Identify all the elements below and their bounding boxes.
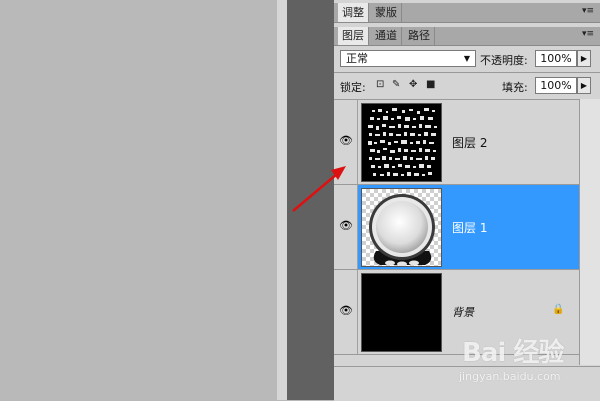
chevron-down-icon: ▼ xyxy=(463,54,470,63)
crystal-ball-thumbnail xyxy=(369,194,435,266)
fill-label: 填充: xyxy=(502,81,528,94)
layer-row-layer1[interactable]: 👁 图层 1 xyxy=(334,185,579,270)
tab-layers[interactable]: 图层 xyxy=(338,27,369,45)
visibility-toggle[interactable]: 👁 xyxy=(334,100,358,184)
layer-row-layer2[interactable]: 👁 图层 2 xyxy=(334,100,579,185)
layer-thumbnail xyxy=(361,188,442,267)
layers-scrollbar[interactable] xyxy=(579,99,600,365)
panel-menu-icon[interactable]: ▾≡ xyxy=(582,6,594,16)
document-canvas[interactable] xyxy=(0,0,277,400)
layer-name[interactable]: 图层 1 xyxy=(452,219,487,236)
lock-label: 锁定: xyxy=(340,81,366,94)
blend-mode-value: 正常 xyxy=(346,52,368,65)
eye-icon[interactable]: 👁 xyxy=(338,304,354,318)
layer-list: 👁 图层 2 👁 图层 1 👁 背景 🔒 xyxy=(334,99,579,366)
blend-mode-select[interactable]: 正常 ▼ xyxy=(340,50,476,67)
tab-paths[interactable]: 路径 xyxy=(404,27,435,45)
tab-masks[interactable]: 蒙版 xyxy=(371,3,402,22)
lock-pixels-icon[interactable]: ✎ xyxy=(392,79,400,90)
blend-opacity-row: 正常 ▼ 不透明度: 100% ▶ xyxy=(334,47,600,71)
layers-panel-group: 调整 蒙版 ▾≡ 图层 通道 路径 ▾≡ 正常 ▼ 不透明度: 100% ▶ 锁… xyxy=(334,0,600,401)
tab-adjustments[interactable]: 调整 xyxy=(338,3,369,22)
eye-icon[interactable]: 👁 xyxy=(338,134,354,148)
lock-all-icon[interactable]: ■ xyxy=(426,79,435,90)
layers-menu-icon[interactable]: ▾≡ xyxy=(582,29,594,39)
layer-name[interactable]: 背景 xyxy=(452,304,474,320)
layer-name[interactable]: 图层 2 xyxy=(452,134,487,151)
fill-slider-arrow-icon[interactable]: ▶ xyxy=(577,77,591,94)
eye-icon[interactable]: 👁 xyxy=(338,219,354,233)
divider xyxy=(334,72,600,73)
opacity-slider-arrow-icon[interactable]: ▶ xyxy=(577,50,591,67)
lock-icon: 🔒 xyxy=(552,304,565,315)
watermark-url: jingyan.baidu.com xyxy=(459,370,561,383)
opacity-input[interactable]: 100% xyxy=(535,50,577,67)
visibility-toggle[interactable]: 👁 xyxy=(334,270,358,354)
layer-thumbnail xyxy=(361,273,442,352)
collapsed-panel-strip: ¶ xyxy=(287,0,600,400)
panel-gap xyxy=(277,0,287,400)
lock-fill-row: 锁定: ⊡ ✎ ✥ ■ 填充: 100% ▶ xyxy=(334,75,600,97)
adjustments-tab-bar: 调整 蒙版 ▾≡ xyxy=(334,3,600,23)
layer-thumbnail xyxy=(361,103,442,182)
lock-position-icon[interactable]: ✥ xyxy=(409,79,417,90)
lock-transparency-icon[interactable]: ⊡ xyxy=(376,79,384,90)
layers-tab-bar: 图层 通道 路径 ▾≡ xyxy=(334,27,600,46)
tab-channels[interactable]: 通道 xyxy=(371,27,402,45)
text-texture-thumbnail xyxy=(362,104,441,181)
fill-input[interactable]: 100% xyxy=(535,77,577,94)
opacity-label: 不透明度: xyxy=(480,54,528,67)
visibility-toggle[interactable]: 👁 xyxy=(334,185,358,269)
baidu-watermark: Bai 经验 xyxy=(462,338,564,368)
